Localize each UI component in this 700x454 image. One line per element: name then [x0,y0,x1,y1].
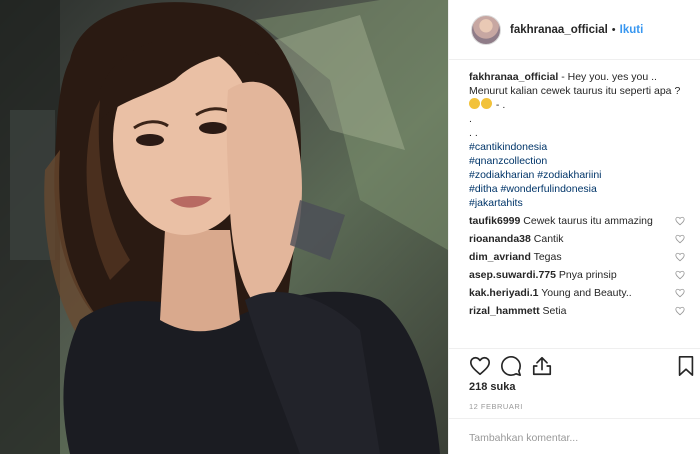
comment-row: taufik6999 Cewek taurus itu ammazing [469,214,691,228]
comment-username[interactable]: taufik6999 [469,215,520,227]
hashtag-line[interactable]: #ditha #wonderfulindonesia [469,182,691,196]
follow-button[interactable]: Ikuti [620,24,644,36]
comment-text: Cewek taurus itu ammazing [523,215,653,227]
header-separator: • [611,23,616,36]
photo-illustration [0,0,448,454]
post-caption: fakhranaa_official - Hey you. yes you ..… [469,70,691,112]
comment-row: dim_avriand Tegas [469,250,691,264]
comment-like-heart-icon[interactable] [675,270,685,280]
post-date: 12 FEBRUARI [469,402,523,411]
post-photo [0,0,448,454]
hashtag-line[interactable]: #jakartahits [469,196,691,210]
comment-like-heart-icon[interactable] [675,288,685,298]
post-side-panel: fakhranaa_official • Ikuti fakhranaa_off… [448,0,700,454]
comment-like-heart-icon[interactable] [675,234,685,244]
comment-text: Tegas [533,251,562,263]
bookmark-icon[interactable] [675,355,697,377]
likes-count[interactable]: 218 suka [469,381,515,393]
add-comment-placeholder[interactable]: Tambahkan komentar... [469,432,578,444]
comment-icon[interactable] [500,355,522,377]
comment-username[interactable]: dim_avriand [469,251,531,263]
comment-text: Cantik [533,233,564,245]
avatar[interactable] [471,14,501,45]
add-comment-field[interactable]: Tambahkan komentar... [449,418,700,454]
comment-like-heart-icon[interactable] [675,306,685,316]
share-icon[interactable] [531,355,553,377]
comment-row: asep.suwardi.775 Pnya prinsip [469,268,691,282]
comment-username[interactable]: asep.suwardi.775 [469,269,556,281]
comment-row: rioananda38 Cantik [469,232,691,246]
comment-text: Young and Beauty.. [541,287,632,299]
header-username[interactable]: fakhranaa_official [510,24,608,36]
action-bar [449,348,700,380]
emoji-grin-icon [481,98,492,109]
emoji-hand-icon [469,98,480,109]
comment-username[interactable]: rioananda38 [469,233,531,245]
hashtag-line[interactable]: #zodiakharian #zodiakhariini [469,168,691,182]
comment-text: Pnya prinsip [558,269,617,281]
caption-tail: - . [495,99,506,111]
comment-like-heart-icon[interactable] [675,216,685,226]
post-header: fakhranaa_official • Ikuti [449,0,700,60]
hashtag-line[interactable]: #qnanzcollection [469,154,691,168]
comment-row: kak.heriyadi.1 Young and Beauty.. [469,286,691,300]
comment-username[interactable]: kak.heriyadi.1 [469,287,538,299]
caption-dot-line: . . [469,127,478,139]
comment-text: Setia [542,305,567,317]
hashtag-line[interactable]: #cantikindonesia [469,140,691,154]
comment-row: rizal_hammett Setia [469,304,691,318]
heart-icon[interactable] [469,355,491,377]
comments-list[interactable]: fakhranaa_official - Hey you. yes you ..… [449,60,700,348]
caption-username[interactable]: fakhranaa_official [469,71,558,83]
comment-like-heart-icon[interactable] [675,252,685,262]
caption-dot-line: . [469,113,472,125]
comment-username[interactable]: rizal_hammett [469,305,540,317]
